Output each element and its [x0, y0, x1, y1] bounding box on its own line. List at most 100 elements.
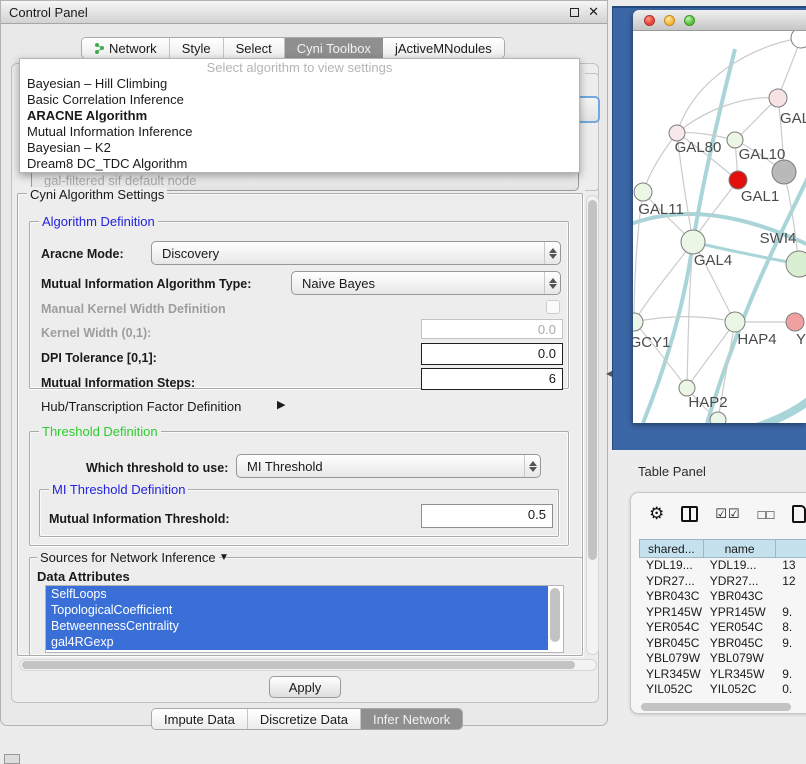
- tab-cyni-toolbox[interactable]: Cyni Toolbox: [285, 38, 383, 58]
- table-cell: 9.: [775, 667, 806, 683]
- settings-hscrollbar-thumb[interactable]: [22, 661, 575, 669]
- tab-label: Discretize Data: [260, 712, 348, 727]
- network-node[interactable]: [710, 412, 726, 423]
- close-traffic-light-icon[interactable]: [644, 15, 655, 26]
- minimized-panel-chip[interactable]: [4, 754, 20, 764]
- table-row[interactable]: YDR27...YDR27...12: [639, 574, 806, 590]
- attributes-scrollbar-thumb[interactable]: [550, 588, 560, 642]
- cyni-bottom-tabstrip: Impute Data Discretize Data Infer Networ…: [151, 708, 463, 730]
- tab-jactivemnodules[interactable]: jActiveMNodules: [383, 38, 504, 58]
- sources-title[interactable]: Sources for Network Inference: [37, 550, 219, 565]
- list-item[interactable]: gal4RGexp: [46, 634, 548, 650]
- table-row[interactable]: YLR345WYLR345W9.: [639, 667, 806, 683]
- tab-network[interactable]: Network: [82, 38, 170, 58]
- list-item[interactable]: BetweennessCentrality: [46, 618, 548, 634]
- list-item[interactable]: TopologicalCoefficient: [46, 602, 548, 618]
- list-item[interactable]: SelfLoops: [46, 586, 548, 602]
- table-row[interactable]: YBR045CYBR045C9.: [639, 636, 806, 652]
- network-node[interactable]: [772, 160, 796, 184]
- which-threshold-value: MI Threshold: [247, 459, 323, 474]
- table-row[interactable]: YDL19...YDL19...13: [639, 558, 806, 574]
- apply-button[interactable]: Apply: [269, 676, 341, 698]
- dropdown-item[interactable]: Mutual Information Inference: [20, 124, 579, 140]
- dropdown-item[interactable]: Basic Correlation Inference: [20, 92, 579, 108]
- table-cell: [775, 589, 806, 605]
- settings-scrollbar[interactable]: [586, 195, 599, 655]
- table-cell: YER054C: [639, 620, 703, 636]
- network-canvas[interactable]: GALGAL80GAL10GAL1GAL11GAL4SWI4GCY1HAP4YH…: [633, 31, 806, 423]
- select-all-checkboxes-icon[interactable]: ☑☑: [715, 506, 740, 522]
- network-node[interactable]: [634, 183, 652, 201]
- tab-infer-network[interactable]: Infer Network: [361, 709, 462, 729]
- network-node[interactable]: [681, 230, 705, 254]
- table-hscrollbar-thumb[interactable]: [641, 703, 791, 711]
- table-cell: 9.: [775, 636, 806, 652]
- network-node[interactable]: [791, 31, 806, 48]
- tab-style[interactable]: Style: [170, 38, 224, 58]
- manual-kernel-label: Manual Kernel Width Definition: [41, 302, 226, 316]
- control-panel-window: Control Panel ✕ Network Style Select Cyn…: [0, 0, 608, 726]
- aracne-mode-combo[interactable]: Discovery: [151, 241, 561, 265]
- apply-button-label: Apply: [289, 680, 322, 695]
- control-panel-tabstrip: Network Style Select Cyni Toolbox jActiv…: [81, 37, 505, 59]
- export-table-icon[interactable]: [792, 505, 806, 523]
- network-node[interactable]: [769, 89, 787, 107]
- table-row[interactable]: YBL079WYBL079W: [639, 651, 806, 667]
- network-node[interactable]: [786, 313, 804, 331]
- network-node[interactable]: [633, 313, 643, 331]
- dropdown-item-selected[interactable]: ARACNE Algorithm: [20, 108, 579, 124]
- table-cell: YBL079W: [639, 651, 703, 667]
- table-row[interactable]: YPR145WYPR145W9.: [639, 605, 806, 621]
- kernel-width-field[interactable]: 0.0: [421, 319, 563, 339]
- network-node[interactable]: [786, 251, 806, 277]
- column-header[interactable]: shared...: [639, 539, 703, 558]
- network-node[interactable]: [725, 312, 745, 332]
- column-header[interactable]: [775, 539, 806, 558]
- gear-icon[interactable]: ⚙: [649, 505, 664, 523]
- hub-expand-arrow-icon[interactable]: ▶: [277, 398, 285, 411]
- dropdown-item[interactable]: Dream8 DC_TDC Algorithm: [20, 156, 579, 172]
- threshold-title: Threshold Definition: [39, 424, 161, 439]
- which-threshold-combo[interactable]: MI Threshold: [236, 454, 541, 478]
- float-window-icon[interactable]: [570, 8, 579, 17]
- dropdown-item[interactable]: Bayesian – K2: [20, 140, 579, 156]
- tab-discretize-data[interactable]: Discretize Data: [248, 709, 361, 729]
- mi-type-value: Naive Bayes: [302, 276, 375, 291]
- tab-impute-data[interactable]: Impute Data: [152, 709, 248, 729]
- mi-type-combo[interactable]: Naive Bayes: [291, 271, 561, 295]
- settings-hscrollbar[interactable]: [19, 659, 597, 671]
- mi-type-label: Mutual Information Algorithm Type:: [41, 277, 251, 291]
- network-edge: [723, 399, 806, 423]
- tab-label: Cyni Toolbox: [297, 41, 371, 56]
- combo-spinner-icon: [544, 272, 560, 294]
- table-row[interactable]: YIL052CYIL052C0.: [639, 682, 806, 698]
- cyni-settings-title: Cyni Algorithm Settings: [27, 187, 167, 202]
- table-cell: YBR043C: [703, 589, 775, 605]
- manual-kernel-checkbox[interactable]: [546, 300, 560, 314]
- close-icon[interactable]: ✕: [588, 7, 599, 17]
- dropdown-item[interactable]: Bayesian – Hill Climbing: [20, 76, 579, 92]
- dpi-tolerance-field[interactable]: 0.0: [421, 343, 563, 365]
- tab-select[interactable]: Select: [224, 38, 285, 58]
- deselect-all-checkboxes-icon[interactable]: □□: [758, 507, 776, 522]
- network-node[interactable]: [729, 171, 747, 189]
- table-cell: YPR145W: [639, 605, 703, 621]
- zoom-traffic-light-icon[interactable]: [684, 15, 695, 26]
- column-header[interactable]: name: [703, 539, 776, 558]
- table-row[interactable]: YER054CYER054C8.: [639, 620, 806, 636]
- table-cell: YER054C: [703, 620, 775, 636]
- data-attributes-list[interactable]: SelfLoops TopologicalCoefficient Between…: [45, 585, 564, 653]
- tab-label: jActiveMNodules: [395, 41, 492, 56]
- sources-collapse-arrow-icon[interactable]: ▼: [219, 552, 229, 563]
- table-cell: 13: [775, 558, 806, 574]
- hub-section-label[interactable]: Hub/Transcription Factor Definition: [41, 399, 241, 414]
- network-window-titlebar: [633, 10, 806, 31]
- settings-scrollbar-thumb[interactable]: [588, 200, 597, 560]
- mi-threshold-field[interactable]: 0.5: [421, 504, 553, 528]
- mi-steps-field[interactable]: 6: [421, 368, 563, 390]
- column-browser-icon[interactable]: [681, 506, 698, 522]
- mi-threshold-label: Mutual Information Threshold:: [49, 512, 230, 526]
- minimize-traffic-light-icon[interactable]: [664, 15, 675, 26]
- table-row[interactable]: YBR043CYBR043C: [639, 589, 806, 605]
- data-attributes-label: Data Attributes: [37, 569, 130, 584]
